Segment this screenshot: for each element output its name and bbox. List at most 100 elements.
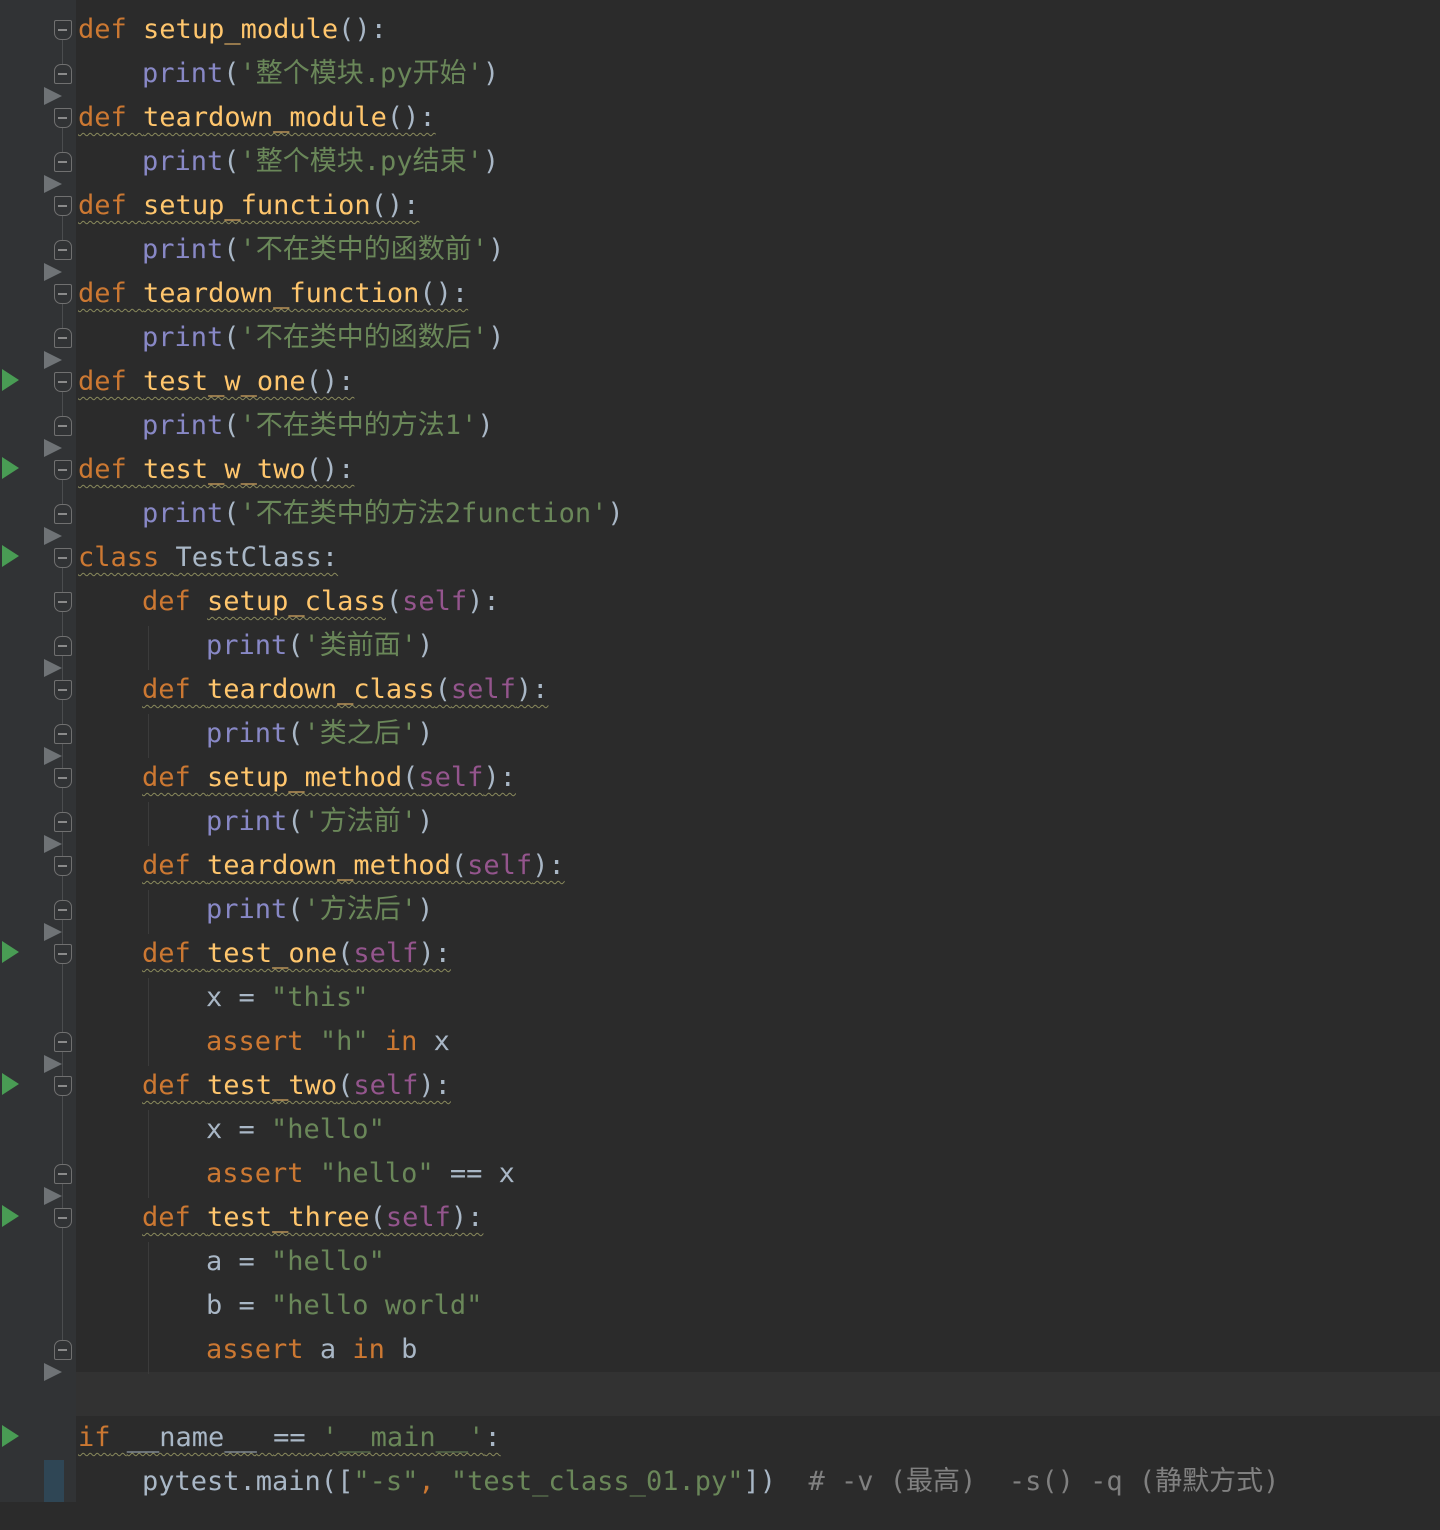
fold-collapse-icon[interactable] [54, 1208, 72, 1228]
gutter-arrow-icon [44, 263, 62, 281]
punctuation: ( [223, 498, 240, 529]
fold-collapse-icon[interactable] [54, 680, 72, 700]
code-line[interactable]: def teardown_function(): [78, 272, 468, 316]
function-name: setup_module [143, 14, 339, 45]
fold-collapse-icon[interactable] [54, 768, 72, 788]
code-line[interactable]: def test_w_one(): [78, 360, 354, 404]
fold-end-icon[interactable] [54, 1340, 72, 1360]
code-line[interactable]: def test_two(self): [142, 1064, 451, 1108]
code-line[interactable]: class TestClass: [78, 536, 338, 580]
run-test-icon[interactable] [2, 1205, 19, 1227]
gutter-arrow-icon [44, 747, 62, 765]
fold-collapse-icon[interactable] [54, 20, 72, 40]
punctuation: ( [287, 806, 304, 837]
punctuation: ) [477, 410, 494, 441]
expression: == x [449, 1158, 515, 1189]
code-line[interactable]: assert a in b [206, 1328, 417, 1372]
code-line[interactable]: print('方法后') [206, 888, 433, 932]
fold-end-icon[interactable] [54, 636, 72, 656]
punctuation: ): [483, 762, 516, 793]
code-line[interactable]: b = "hello world" [206, 1284, 482, 1328]
fold-collapse-icon[interactable] [54, 548, 72, 568]
code-line[interactable]: if __name__ == '__main__': [78, 1416, 501, 1460]
run-test-icon[interactable] [2, 369, 19, 391]
punctuation: ): [515, 674, 549, 705]
code-line[interactable]: def setup_class(self): [142, 580, 500, 624]
code-line[interactable]: x = "hello" [206, 1108, 385, 1152]
string-literal: '整个模块.py开始' [239, 58, 483, 89]
code-line[interactable]: pytest.main(["-s", "test_class_01.py"]) … [142, 1460, 1279, 1504]
code-line[interactable]: def teardown_class(self): [142, 668, 548, 712]
fold-end-icon[interactable] [54, 724, 72, 744]
fold-collapse-icon[interactable] [54, 372, 72, 392]
fold-collapse-icon[interactable] [54, 856, 72, 876]
fold-end-icon[interactable] [54, 240, 72, 260]
code-line[interactable]: print('类之后') [206, 712, 433, 756]
code-line[interactable]: print('类前面') [206, 624, 433, 668]
code-line[interactable]: print('整个模块.py开始') [142, 52, 499, 96]
run-main-icon[interactable] [2, 1425, 19, 1447]
string-literal: '方法前' [303, 806, 418, 837]
function-name: setup_class [207, 586, 386, 617]
fold-collapse-icon[interactable] [54, 944, 72, 964]
fold-end-icon[interactable] [54, 900, 72, 920]
fold-collapse-icon[interactable] [54, 460, 72, 480]
keyword: def [78, 14, 127, 45]
code-line[interactable]: print('不在类中的方法1') [142, 404, 494, 448]
self-param: self [450, 674, 516, 705]
builtin: print [206, 894, 288, 925]
punctuation: ) [417, 718, 434, 749]
fold-collapse-icon[interactable] [54, 196, 72, 216]
run-test-icon[interactable] [2, 457, 19, 479]
keyword: def [142, 762, 191, 793]
code-line[interactable]: print('整个模块.py结束') [142, 140, 499, 184]
code-line[interactable]: a = "hello" [206, 1240, 385, 1284]
fold-end-icon[interactable] [54, 1164, 72, 1184]
punctuation: ) [607, 498, 624, 529]
code-line[interactable]: def teardown_module(): [78, 96, 436, 140]
run-test-icon[interactable] [2, 1073, 19, 1095]
fold-collapse-icon[interactable] [54, 284, 72, 304]
fold-end-icon[interactable] [54, 416, 72, 436]
fold-collapse-icon[interactable] [54, 592, 72, 612]
run-class-icon[interactable] [2, 545, 19, 567]
fold-collapse-icon[interactable] [54, 108, 72, 128]
self-param: self [353, 938, 419, 969]
code-line[interactable]: print('不在类中的方法2function') [142, 492, 624, 536]
code-line[interactable]: def setup_module(): [78, 8, 387, 52]
function-name: test_three [207, 1202, 370, 1233]
code-line[interactable]: x = "this" [206, 976, 369, 1020]
code-line[interactable]: print('方法前') [206, 800, 433, 844]
fold-end-icon[interactable] [54, 152, 72, 172]
code-line[interactable]: def setup_function(): [78, 184, 419, 228]
indent-guide [148, 802, 149, 846]
string-literal: '不在类中的函数前' [239, 234, 489, 265]
keyword: class [78, 542, 160, 573]
code-line[interactable]: print('不在类中的函数后') [142, 316, 504, 360]
code-line[interactable]: assert "hello" == x [206, 1152, 515, 1196]
code-line[interactable]: assert "h" in x [206, 1020, 450, 1064]
code-line[interactable]: def test_three(self): [142, 1196, 483, 1240]
string-literal: '方法后' [303, 894, 418, 925]
fold-end-icon[interactable] [54, 812, 72, 832]
self-param: self [385, 1202, 451, 1233]
punctuation: , [418, 1466, 451, 1497]
fold-end-icon[interactable] [54, 1032, 72, 1052]
fold-end-icon[interactable] [54, 504, 72, 524]
code-line[interactable]: def test_w_two(): [78, 448, 354, 492]
function-name: teardown_class [207, 674, 435, 705]
gutter-arrow-icon [44, 923, 62, 941]
builtin: print [206, 806, 288, 837]
fold-end-icon[interactable] [54, 64, 72, 84]
punctuation: (): [370, 190, 420, 221]
code-line[interactable]: print('不在类中的函数前') [142, 228, 504, 272]
function-name: setup_method [207, 762, 403, 793]
code-editor[interactable]: def setup_module(): print('整个模块.py开始') d… [0, 0, 1440, 1530]
gutter-arrow-icon [44, 1187, 62, 1205]
run-test-icon[interactable] [2, 941, 19, 963]
code-line[interactable]: def setup_method(self): [142, 756, 516, 800]
code-line[interactable]: def teardown_method(self): [142, 844, 565, 888]
fold-end-icon[interactable] [54, 328, 72, 348]
code-line[interactable]: def test_one(self): [142, 932, 451, 976]
fold-collapse-icon[interactable] [54, 1076, 72, 1096]
